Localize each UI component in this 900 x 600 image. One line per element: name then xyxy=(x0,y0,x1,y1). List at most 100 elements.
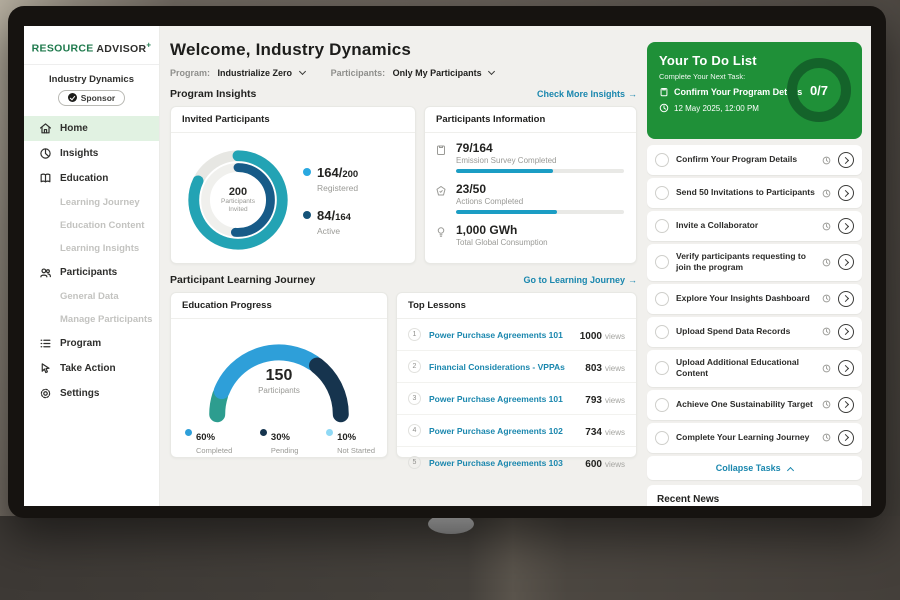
sidebar-item-label: Settings xyxy=(60,388,99,399)
clock-icon xyxy=(822,400,831,409)
task-checkbox[interactable] xyxy=(655,219,669,233)
learning-journey-title: Participant Learning Journey xyxy=(170,274,315,286)
task-checkbox[interactable] xyxy=(655,325,669,339)
participants-select[interactable]: Participants: Only My Participants xyxy=(331,68,495,78)
sidebar-item-label: Insights xyxy=(60,148,98,159)
lesson-rank: 2 xyxy=(408,360,421,373)
sidebar-item-label: Take Action xyxy=(60,363,116,374)
task-checkbox[interactable] xyxy=(655,361,669,375)
sponsor-badge: Sponsor xyxy=(24,90,159,106)
task-row[interactable]: Explore Your Insights Dashboard xyxy=(647,284,862,314)
sidebar-item-home[interactable]: Home xyxy=(24,116,159,141)
task-open-button[interactable] xyxy=(838,397,854,413)
collapse-tasks-link[interactable]: Collapse Tasks xyxy=(647,456,862,480)
recent-news-title: Recent News xyxy=(657,494,719,505)
task-open-button[interactable] xyxy=(838,324,854,340)
lesson-row: 2 Financial Considerations - VPPAs 803vi… xyxy=(397,351,636,383)
task-row[interactable]: Upload Spend Data Records xyxy=(647,317,862,347)
task-checkbox[interactable] xyxy=(655,398,669,412)
lesson-link[interactable]: Power Purchase Agreements 102 xyxy=(429,426,577,436)
task-row[interactable]: Send 50 Invitations to Participants xyxy=(647,178,862,208)
home-icon xyxy=(39,122,52,135)
task-open-button[interactable] xyxy=(838,152,854,168)
lesson-link[interactable]: Power Purchase Agreements 103 xyxy=(429,458,577,468)
program-select[interactable]: Program: Industrialize Zero xyxy=(170,68,305,78)
task-open-button[interactable] xyxy=(838,291,854,307)
legend-not-started: 10% Not Started xyxy=(326,427,375,455)
sidebar: RESOURCE ADVISOR+ Industry Dynamics Spon… xyxy=(24,26,160,506)
task-open-button[interactable] xyxy=(838,430,854,446)
lesson-row: 3 Power Purchase Agreements 101 793views xyxy=(397,383,636,415)
task-open-button[interactable] xyxy=(838,218,854,234)
sidebar-item-general-data[interactable]: General Data xyxy=(24,285,159,308)
sidebar-item-label: Program xyxy=(60,338,101,349)
participants-information-card: Participants Information 79/164 Emission… xyxy=(424,106,637,264)
sidebar-item-participants[interactable]: Participants xyxy=(24,260,159,285)
lesson-rank: 5 xyxy=(408,456,421,469)
task-checkbox[interactable] xyxy=(655,255,669,269)
sidebar-item-education-content[interactable]: Education Content xyxy=(24,214,159,237)
participants-value: Only My Participants xyxy=(393,68,482,78)
clock-icon xyxy=(822,189,831,198)
task-checkbox[interactable] xyxy=(655,431,669,445)
sidebar-item-insights[interactable]: Insights xyxy=(24,141,159,166)
take-action-icon xyxy=(39,362,52,375)
clock-icon xyxy=(822,156,831,165)
task-open-button[interactable] xyxy=(838,185,854,201)
org-name: Industry Dynamics xyxy=(24,74,159,85)
sidebar-item-education[interactable]: Education xyxy=(24,166,159,191)
legend-dot-icon xyxy=(326,429,333,436)
sidebar-item-settings[interactable]: Settings xyxy=(24,381,159,406)
lesson-rank: 3 xyxy=(408,392,421,405)
sidebar-item-label: Education xyxy=(60,173,108,184)
education-gauge-chart: 150 Participants xyxy=(199,329,359,421)
task-row[interactable]: Verify participants requesting to join t… xyxy=(647,244,862,281)
education-icon xyxy=(39,172,52,185)
education-progress-card: Education Progress 150 Participants xyxy=(170,292,388,458)
filter-bar: Program: Industrialize Zero Participants… xyxy=(170,68,637,78)
sidebar-item-manage-participants[interactable]: Manage Participants xyxy=(24,308,159,331)
lesson-link[interactable]: Power Purchase Agreements 101 xyxy=(429,330,572,340)
task-row[interactable]: Confirm Your Program Details xyxy=(647,145,862,175)
sidebar-item-take-action[interactable]: Take Action xyxy=(24,356,159,381)
todo-summary-card: Your To Do List Complete Your Next Task:… xyxy=(647,42,862,139)
lightbulb-icon xyxy=(435,226,448,251)
task-checkbox[interactable] xyxy=(655,186,669,200)
clock-icon xyxy=(822,327,831,336)
task-row[interactable]: Achieve One Sustainability Target xyxy=(647,390,862,420)
todo-progress-ring: 0/7 xyxy=(787,58,851,122)
sidebar-item-learning-journey[interactable]: Learning Journey xyxy=(24,191,159,214)
check-more-insights-link[interactable]: Check More Insights→ xyxy=(537,89,637,99)
clipboard-icon xyxy=(659,87,669,97)
task-row[interactable]: Upload Additional Educational Content xyxy=(647,350,862,387)
go-to-learning-journey-link[interactable]: Go to Learning Journey→ xyxy=(523,275,637,285)
invited-center-label: Participants Invited xyxy=(213,198,263,215)
task-list: Confirm Your Program Details Send 50 Inv… xyxy=(647,145,862,480)
insights-icon xyxy=(39,147,52,160)
sidebar-item-program[interactable]: Program xyxy=(24,331,159,356)
lesson-row: 5 Power Purchase Agreements 103 600views xyxy=(397,447,636,478)
task-row[interactable]: Complete Your Learning Journey xyxy=(647,423,862,453)
logo-resource: RESOURCE xyxy=(32,43,94,55)
participants-information-title: Participants Information xyxy=(425,107,636,133)
legend-dot-icon xyxy=(303,211,311,219)
legend-dot-icon xyxy=(303,168,311,176)
lesson-row: 4 Power Purchase Agreements 102 734views xyxy=(397,415,636,447)
task-open-button[interactable] xyxy=(838,254,854,270)
sidebar-item-learning-insights[interactable]: Learning Insights xyxy=(24,237,159,260)
task-open-button[interactable] xyxy=(838,360,854,376)
page-title: Welcome, Industry Dynamics xyxy=(170,40,637,60)
task-checkbox[interactable] xyxy=(655,292,669,306)
gauge-center-label: Participants xyxy=(199,386,359,395)
recent-news-card: Recent News xyxy=(647,485,862,506)
stat-actions-completed: 23/50 Actions Completed xyxy=(435,182,624,214)
dashboard-screen: RESOURCE ADVISOR+ Industry Dynamics Spon… xyxy=(24,26,871,506)
lesson-link[interactable]: Financial Considerations - VPPAs xyxy=(429,362,577,372)
program-icon xyxy=(39,337,52,350)
task-checkbox[interactable] xyxy=(655,153,669,167)
sidebar-item-label: Home xyxy=(60,123,88,134)
program-value: Industrialize Zero xyxy=(218,68,293,78)
task-row[interactable]: Invite a Collaborator xyxy=(647,211,862,241)
top-lessons-title: Top Lessons xyxy=(397,293,636,319)
lesson-link[interactable]: Power Purchase Agreements 101 xyxy=(429,394,577,404)
